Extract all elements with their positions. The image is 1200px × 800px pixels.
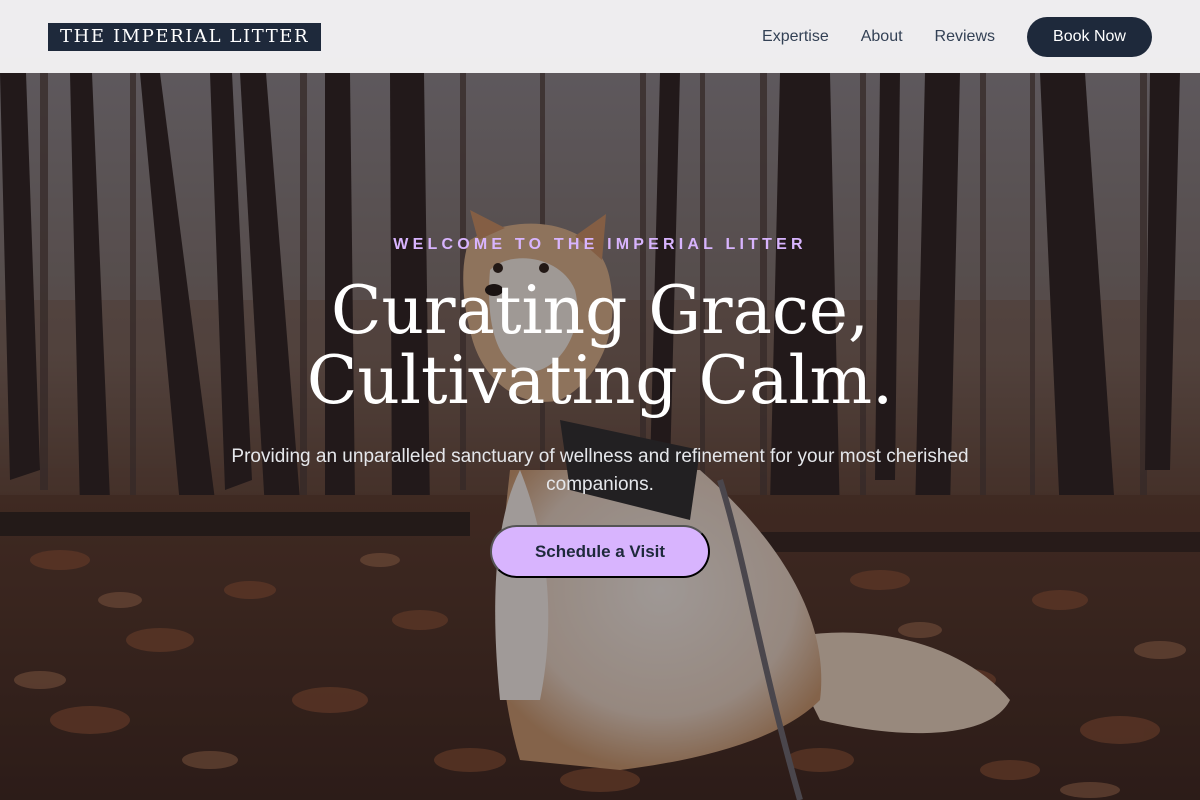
nav-link-expertise[interactable]: Expertise — [762, 28, 829, 46]
schedule-visit-button[interactable]: Schedule a Visit — [490, 525, 710, 578]
site-header: THE IMPERIAL LITTER Expertise About Revi… — [0, 0, 1200, 73]
hero-headline-line1: Curating Grace, — [331, 272, 869, 349]
main-nav: Expertise About Reviews Book Now — [762, 16, 1152, 57]
page: THE IMPERIAL LITTER Expertise About Revi… — [0, 0, 1200, 800]
hero-subtext: Providing an unparalleled sanctuary of w… — [231, 446, 969, 495]
hero-section: WELCOME TO THE IMPERIAL LITTER Curating … — [0, 0, 1200, 800]
hero-eyebrow: WELCOME TO THE IMPERIAL LITTER — [393, 236, 807, 253]
nav-link-reviews[interactable]: Reviews — [935, 28, 995, 46]
site-logo[interactable]: THE IMPERIAL LITTER — [48, 22, 322, 51]
hero-headline: Curating Grace, Cultivating Calm. — [0, 276, 1200, 416]
hero-headline-line2: Cultivating Calm. — [306, 342, 894, 419]
book-now-button[interactable]: Book Now — [1027, 16, 1152, 57]
nav-link-about[interactable]: About — [861, 28, 903, 46]
